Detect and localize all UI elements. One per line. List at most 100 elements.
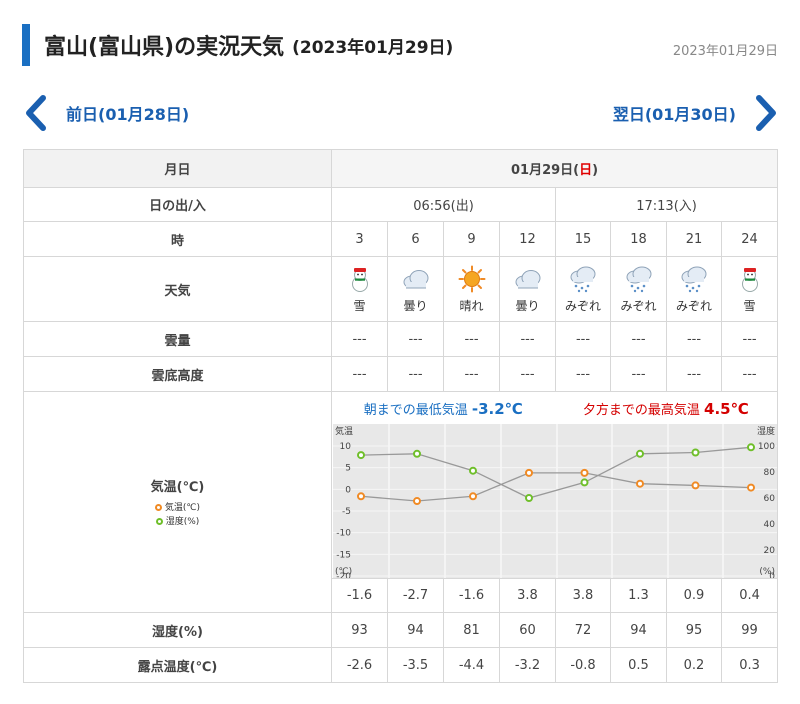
row-header-dew: 露点温度(℃) <box>23 647 332 683</box>
temp-cell: 0.9 <box>666 578 722 613</box>
cloud-cell: --- <box>387 321 444 357</box>
humidity-point <box>524 494 533 502</box>
right-axis-label: 湿度 <box>757 425 775 437</box>
prev-day-label: 前日(01月28日) <box>66 105 190 124</box>
hour-cell: 24 <box>720 221 779 257</box>
cloud-icon <box>515 269 540 288</box>
min-temp-value: -3.2℃ <box>471 399 523 418</box>
left-axis-unit: (℃) <box>335 567 352 577</box>
max-temp-info: 夕方までの最高気温 4.5℃ <box>555 399 778 418</box>
temperature-point <box>468 492 477 501</box>
weather-cell: 曇り <box>499 256 556 322</box>
cloud-base-cell: --- <box>610 356 667 392</box>
dew-cell: 0.3 <box>720 647 779 683</box>
next-day-link[interactable]: 翌日(01月30日) <box>613 94 780 132</box>
right-tick-label: 40 <box>763 520 775 530</box>
hour-cell: 21 <box>666 221 722 257</box>
temperature-point <box>691 481 700 490</box>
sun-row: 日の出/入 06:56(出) 17:13(入) <box>23 187 779 222</box>
temp-cell: 0.4 <box>720 578 779 613</box>
row-header-sun: 日の出/入 <box>23 187 332 222</box>
hour-cell: 15 <box>555 221 611 257</box>
chevron-right-icon <box>756 95 776 131</box>
sleet-icon <box>681 266 707 292</box>
humidity-point <box>746 443 755 452</box>
weather-cell: みぞれ <box>666 256 722 322</box>
chevron-left-icon <box>26 95 46 131</box>
hour-cell: 12 <box>499 221 556 257</box>
right-tick-label: 80 <box>763 468 775 478</box>
date-cell: 01月29日(日) <box>330 149 779 188</box>
weather-label: 晴れ <box>459 298 484 313</box>
weather-cell: 晴れ <box>443 256 500 322</box>
dew-cell: -4.4 <box>443 647 500 683</box>
sleet-icon <box>626 266 651 292</box>
humidity-cell: 72 <box>555 612 611 648</box>
cloud-base-cell: --- <box>499 356 556 392</box>
cloud-cell: --- <box>610 321 667 357</box>
dew-cell: -3.2 <box>499 647 556 683</box>
sunrise-cell: 06:56(出) <box>331 187 556 222</box>
hour-cell: 18 <box>610 221 667 257</box>
chart-background <box>332 424 777 578</box>
humidity-point <box>691 448 700 457</box>
date-close: ) <box>592 163 599 178</box>
dew-cell: -3.5 <box>387 647 444 683</box>
row-header-cloud: 雲量 <box>23 321 332 357</box>
humidity-cell: 93 <box>331 612 388 648</box>
humidity-cell: 94 <box>610 612 667 648</box>
dew-cell: -0.8 <box>555 647 611 683</box>
cloud-cell: --- <box>443 321 500 357</box>
hour-cell: 9 <box>443 221 500 257</box>
cloud-cell: --- <box>720 321 779 357</box>
min-max-bar: 朝までの最低気温 -3.2℃ 夕方までの最高気温 4.5℃ <box>332 392 777 424</box>
hour-cell: 3 <box>331 221 388 257</box>
cloud-cell: --- <box>555 321 611 357</box>
weather-label: みぞれ <box>620 298 657 313</box>
left-tick-label: -5 <box>342 507 351 517</box>
temp-cell: -1.6 <box>443 578 500 613</box>
title-accent-bar <box>22 24 30 66</box>
left-tick-label: -10 <box>336 529 351 539</box>
date-row: 月日 01月29日(日) <box>23 149 779 188</box>
min-temp-label: 朝までの最低気温 <box>363 402 472 418</box>
green-marker-icon <box>155 517 163 525</box>
temperature-point <box>580 468 589 477</box>
cloud-cell: --- <box>331 321 388 357</box>
next-day-label: 翌日(01月30日) <box>612 105 736 124</box>
temp-cell: 1.3 <box>610 578 667 613</box>
prev-day-link[interactable]: 前日(01月28日) <box>22 94 189 132</box>
row-header-hour: 時 <box>23 221 332 257</box>
row-header-temp: 気温(℃) 気温(℃) 湿度(%) <box>23 391 332 613</box>
legend-temp-label: 気温(℃) <box>164 502 201 513</box>
row-header-weather: 天気 <box>23 256 332 322</box>
weather-label: 曇り <box>403 298 428 313</box>
date-text: 01月29日( <box>511 163 580 178</box>
weather-label: 雪 <box>743 298 756 313</box>
graph-legend: 気温(℃) 湿度(%) <box>24 501 331 529</box>
cloud-base-row: 雲底高度 --- --- --- --- --- --- --- --- <box>23 356 779 392</box>
temp-cell: 3.8 <box>499 578 556 613</box>
weather-table: 月日 01月29日(日) 日の出/入 06:56(出) 17:13(入) 時 3… <box>23 149 779 683</box>
snowman-icon <box>741 267 758 292</box>
weather-label: みぞれ <box>564 298 601 313</box>
temp-cell: 3.8 <box>555 578 611 613</box>
cloud-base-cell: --- <box>443 356 500 392</box>
humidity-cell: 99 <box>720 612 779 648</box>
cloud-base-cell: --- <box>720 356 779 392</box>
humidity-point <box>356 451 365 460</box>
hour-row: 時 3 6 9 12 15 18 21 24 <box>23 221 779 257</box>
row-header-date: 月日 <box>23 149 332 188</box>
left-axis-label: 気温 <box>335 425 353 437</box>
temperature-graph-row: 気温(℃) 気温(℃) 湿度(%) 朝までの最低気温 -3.2℃ 夕方までの最高… <box>23 391 779 613</box>
cloud-base-cell: --- <box>555 356 611 392</box>
temperature-point <box>524 468 533 477</box>
temp-cell: -1.6 <box>331 578 388 613</box>
weather-row: 天気 雪 曇り 晴れ 曇り みぞれ みぞれ みぞれ 雪 <box>23 256 779 322</box>
humidity-cell: 95 <box>666 612 722 648</box>
humidity-cell: 81 <box>443 612 500 648</box>
humidity-point <box>468 466 477 475</box>
dew-cell: -2.6 <box>331 647 388 683</box>
right-tick-label: 100 <box>757 442 774 452</box>
cloud-cell: --- <box>499 321 556 357</box>
